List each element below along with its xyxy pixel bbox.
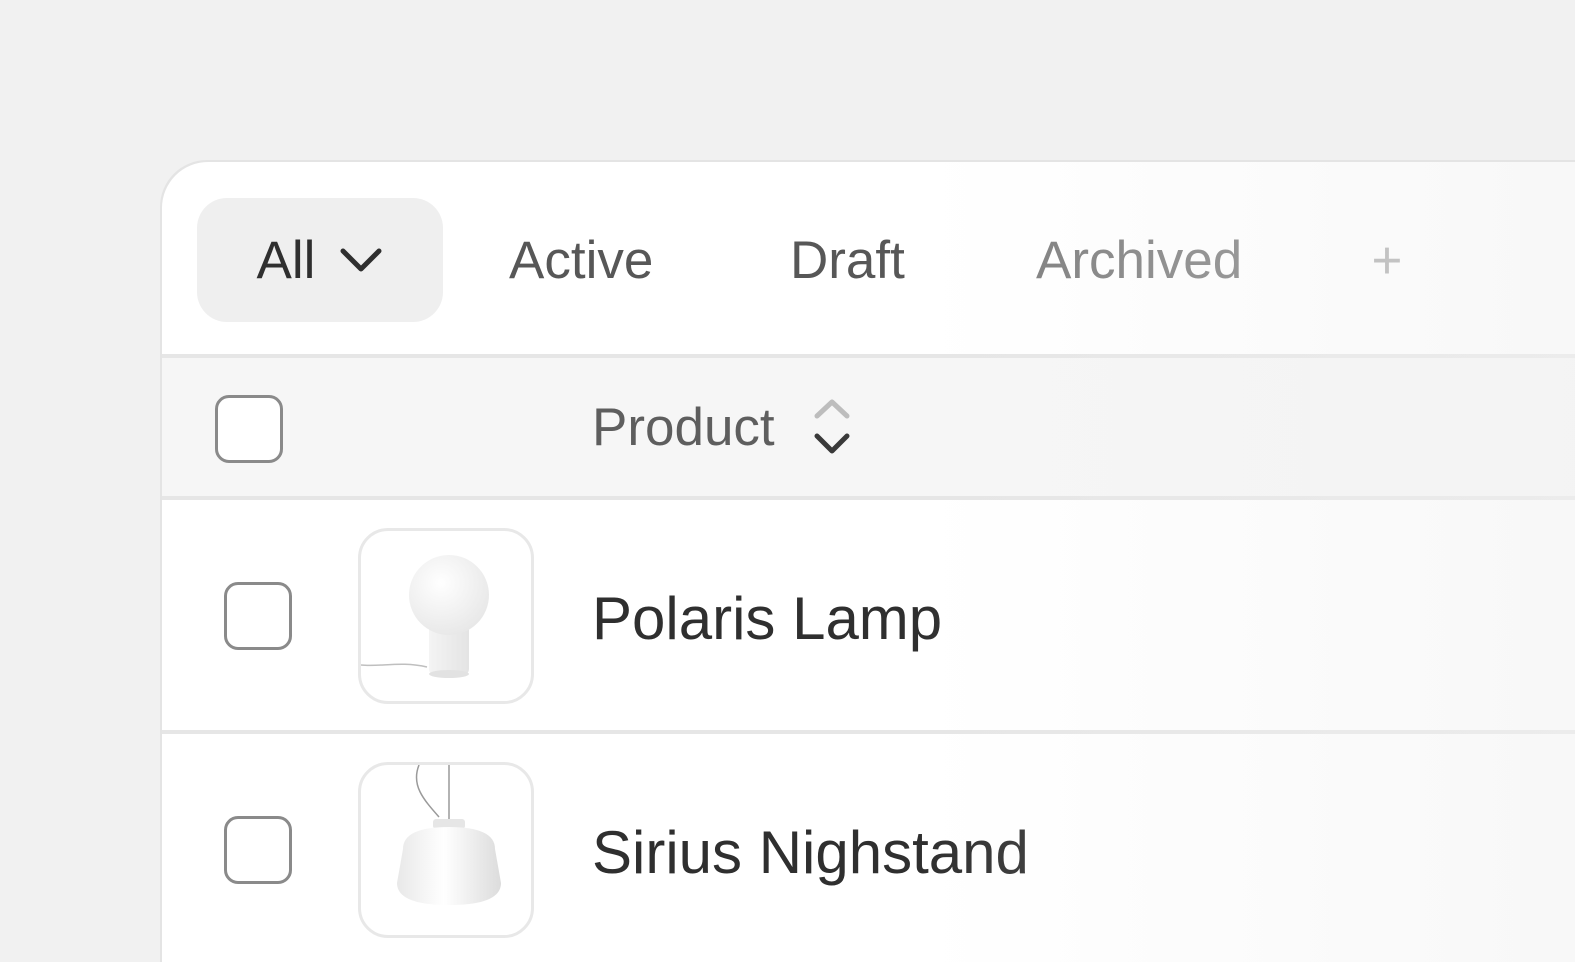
tab-active[interactable]: Active	[509, 198, 653, 322]
tab-draft[interactable]: Draft	[790, 198, 905, 322]
table-row[interactable]: Polaris Lamp	[162, 500, 1575, 730]
select-all-checkbox[interactable]	[215, 395, 283, 463]
table-header: Product	[162, 358, 1575, 496]
row-checkbox[interactable]	[224, 582, 292, 650]
product-column-label: Product	[592, 397, 775, 457]
product-name[interactable]: Polaris Lamp	[592, 584, 942, 653]
product-thumbnail	[358, 528, 534, 704]
products-panel: All Active Draft Archived + Product Pola…	[162, 162, 1575, 962]
tab-archived[interactable]: Archived	[1036, 198, 1242, 322]
pendant-lamp-icon	[397, 765, 501, 905]
add-tab-button[interactable]: +	[1362, 198, 1412, 322]
sort-icon	[814, 399, 850, 454]
chevron-down-icon	[340, 248, 382, 272]
table-lamp-icon	[361, 555, 489, 678]
tab-all[interactable]: All	[197, 198, 443, 322]
product-name[interactable]: Sirius Nighstand	[592, 818, 1029, 887]
row-checkbox[interactable]	[224, 816, 292, 884]
tab-all-label: All	[256, 230, 316, 290]
table-row[interactable]: Sirius Nighstand	[162, 734, 1575, 962]
product-thumbnail	[358, 762, 534, 938]
filter-tabs: All Active Draft Archived +	[162, 162, 1575, 354]
product-column-header[interactable]: Product	[592, 358, 853, 496]
